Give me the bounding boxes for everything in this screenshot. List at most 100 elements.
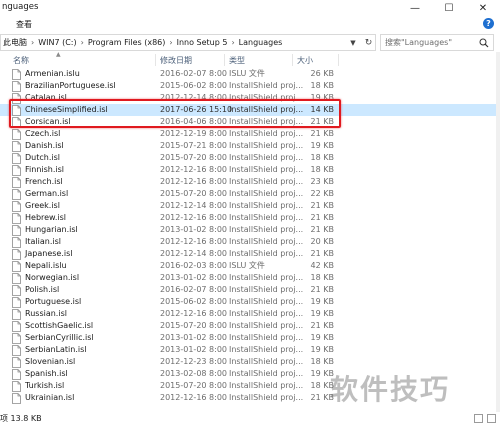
file-row[interactable]: French.isl 2012-12-16 8:00 InstallShield p… — [0, 176, 500, 188]
search-placeholder: 搜索"Languages" — [385, 38, 453, 47]
chevron-right-icon[interactable]: › — [169, 38, 172, 47]
refresh-icon[interactable]: ↻ — [361, 35, 375, 50]
file-row[interactable]: Danish.isl 2015-07-21 8:00 InstallShield p… — [0, 140, 500, 152]
file-name: SerbianLatin.isl — [25, 345, 87, 354]
file-size: 20 KB — [310, 237, 334, 246]
file-row[interactable]: Nepali.islu 2016-02-03 8:00 ISLU 文件 42 KB — [0, 260, 500, 272]
file-row[interactable]: Portuguese.isl 2015-06-02 8:00 InstallShie… — [0, 296, 500, 308]
breadcrumb-inno-setup[interactable]: Inno Setup 5 — [177, 38, 228, 47]
sort-up-icon: ▲ — [56, 51, 61, 58]
file-name: Russian.isl — [25, 309, 67, 318]
file-row[interactable]: Dutch.isl 2015-07-20 8:00 InstallShield pr… — [0, 152, 500, 164]
file-name: Ukrainian.isl — [25, 393, 75, 402]
file-date: 2012-12-14 8:00 — [160, 201, 227, 210]
chevron-right-icon[interactable]: › — [231, 38, 234, 47]
large-icons-view-icon[interactable] — [487, 414, 496, 423]
file-size: 19 KB — [310, 309, 334, 318]
help-icon[interactable]: ? — [483, 18, 494, 29]
close-button[interactable]: ✕ — [466, 0, 500, 17]
file-date: 2015-07-20 8:00 — [160, 189, 227, 198]
file-size: 18 KB — [310, 273, 334, 282]
file-row[interactable]: Hebrew.isl 2012-12-16 8:00 InstallShield p… — [0, 212, 500, 224]
file-date: 2012-12-23 8:00 — [160, 357, 227, 366]
chevron-right-icon[interactable]: › — [81, 38, 84, 47]
file-name: Italian.isl — [25, 237, 61, 246]
maximize-button[interactable]: ☐ — [432, 0, 466, 17]
column-date[interactable]: 修改日期 — [160, 55, 192, 66]
file-size: 18 KB — [310, 153, 334, 162]
file-date: 2012-12-16 8:00 — [160, 165, 227, 174]
breadcrumb-program-files[interactable]: Program Files (x86) — [88, 38, 166, 47]
file-row[interactable]: Italian.isl 2012-12-16 8:00 InstallShield … — [0, 236, 500, 248]
column-divider[interactable] — [224, 54, 225, 66]
search-input[interactable]: 搜索"Languages" — [380, 34, 494, 51]
column-divider[interactable] — [292, 54, 293, 66]
file-icon — [12, 273, 21, 284]
file-size: 19 KB — [310, 345, 334, 354]
file-size: 21 KB — [310, 285, 334, 294]
file-name: Czech.isl — [25, 129, 61, 138]
file-name: Portuguese.isl — [25, 297, 82, 306]
file-row[interactable]: SerbianCyrillic.isl 2013-01-02 8:00 Instal… — [0, 332, 500, 344]
chevron-down-icon[interactable]: ▼ — [345, 35, 361, 50]
file-name: Slovenian.isl — [25, 357, 76, 366]
chevron-right-icon[interactable]: › — [31, 38, 34, 47]
file-row[interactable]: Japanese.isl 2012-12-14 8:00 InstallShield… — [0, 248, 500, 260]
file-row[interactable]: Greek.isl 2012-12-14 8:00 InstallShield pr… — [0, 200, 500, 212]
breadcrumb-languages[interactable]: Languages — [239, 38, 283, 47]
file-row[interactable]: Russian.isl 2012-12-16 8:00 InstallShield … — [0, 308, 500, 320]
column-name[interactable]: 名称 — [13, 55, 29, 66]
file-icon — [12, 225, 21, 236]
file-icon — [12, 345, 21, 356]
file-date: 2013-02-08 8:00 — [160, 369, 227, 378]
details-view-icon[interactable] — [474, 414, 483, 423]
file-name: Norwegian.isl — [25, 273, 80, 282]
file-date: 2015-07-20 8:00 — [160, 321, 227, 330]
file-row[interactable]: BrazilianPortuguese.isl 2015-06-02 8:00 In… — [0, 80, 500, 92]
file-name: Hungarian.isl — [25, 225, 78, 234]
file-row[interactable]: German.isl 2015-07-20 8:00 InstallShield p… — [0, 188, 500, 200]
status-text: 项 13.8 KB — [0, 414, 42, 423]
file-size: 18 KB — [310, 357, 334, 366]
file-icon — [12, 153, 21, 164]
file-row[interactable]: Finnish.isl 2012-12-16 8:00 InstallShield … — [0, 164, 500, 176]
breadcrumb-drive[interactable]: WIN7 (C:) — [38, 38, 76, 47]
column-size[interactable]: 大小 — [297, 55, 313, 66]
column-divider[interactable] — [338, 54, 339, 66]
file-size: 21 KB — [310, 129, 334, 138]
file-size: 19 KB — [310, 141, 334, 150]
tab-view[interactable]: 查看 — [16, 19, 32, 30]
title-bar: nguages — ☐ ✕ — [0, 0, 500, 17]
address-bar[interactable]: 此电脑 › WIN7 (C:) › Program Files (x86) › … — [0, 34, 376, 51]
vertical-scrollbar[interactable] — [496, 52, 500, 412]
column-type[interactable]: 类型 — [229, 55, 245, 66]
file-name: Polish.isl — [25, 285, 60, 294]
file-icon — [12, 201, 21, 212]
file-row[interactable]: Armenian.islu 2016-02-07 8:00 ISLU 文件 26 KB — [0, 68, 500, 80]
file-icon — [12, 141, 21, 152]
file-row[interactable]: Hungarian.isl 2013-01-02 8:00 InstallShiel… — [0, 224, 500, 236]
file-row[interactable]: Czech.isl 2012-12-19 8:00 InstallShield pr… — [0, 128, 500, 140]
file-date: 2012-12-16 8:00 — [160, 393, 227, 402]
file-size: 21 KB — [310, 321, 334, 330]
file-icon — [12, 321, 21, 332]
file-row[interactable]: ScottishGaelic.isl 2015-07-20 8:00 Install… — [0, 320, 500, 332]
file-name: Armenian.islu — [25, 69, 80, 78]
file-size: 22 KB — [310, 189, 334, 198]
file-row[interactable]: Polish.isl 2016-02-07 8:00 InstallShield p… — [0, 284, 500, 296]
file-row[interactable]: Norwegian.isl 2013-01-02 8:00 InstallShiel… — [0, 272, 500, 284]
file-icon — [12, 393, 21, 404]
file-name: Nepali.islu — [25, 261, 67, 270]
column-divider[interactable] — [155, 54, 156, 66]
highlight-annotation — [9, 99, 341, 128]
address-row: 此电脑 › WIN7 (C:) › Program Files (x86) › … — [0, 33, 500, 52]
file-date: 2012-12-16 8:00 — [160, 237, 227, 246]
file-row[interactable]: SerbianLatin.isl 2013-01-02 8:00 InstallSh… — [0, 344, 500, 356]
file-size: 18 KB — [310, 81, 334, 90]
search-icon[interactable] — [479, 38, 489, 48]
window-title: nguages — [2, 2, 39, 12]
file-size: 21 KB — [310, 249, 334, 258]
breadcrumb-this-pc[interactable]: 此电脑 — [3, 37, 27, 48]
minimize-button[interactable]: — — [398, 0, 432, 17]
file-row[interactable]: Slovenian.isl 2012-12-23 8:00 InstallShiel… — [0, 356, 500, 368]
